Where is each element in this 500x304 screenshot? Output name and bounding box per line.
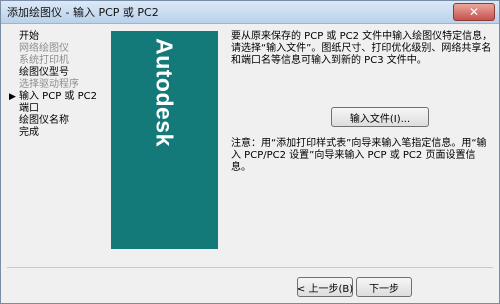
wizard-steps: 开始 网络绘图仪 系统打印机 绘图仪型号 选择驱动程序 ▶ 输入 PCP 或 P…	[9, 31, 109, 139]
step-label: 绘图仪型号	[19, 67, 69, 78]
back-button[interactable]: < 上一步(B)	[297, 277, 353, 297]
close-button[interactable]: ✕	[453, 3, 495, 21]
description-text: 要从原来保存的 PCP 或 PC2 文件中输入绘图仪特定信息，请选择“输入文件”…	[231, 31, 493, 66]
step-system-printer: 系统打印机	[9, 55, 109, 67]
title-bar[interactable]: 添加绘图仪 - 输入 PCP 或 PC2 ✕	[1, 1, 499, 24]
step-import-pcp-pc2: ▶ 输入 PCP 或 PC2	[9, 91, 109, 103]
step-port: 端口	[9, 103, 109, 115]
step-label: 网络绘图仪	[19, 43, 69, 54]
window-title: 添加绘图仪 - 输入 PCP 或 PC2	[7, 6, 159, 19]
close-icon: ✕	[468, 5, 480, 19]
autodesk-logo: Autodesk	[151, 38, 178, 147]
step-plotter-model: 绘图仪型号	[9, 67, 109, 79]
step-start: 开始	[9, 31, 109, 43]
step-label: 开始	[19, 31, 39, 42]
next-button[interactable]: 下一步	[356, 277, 412, 297]
step-label: 输入 PCP 或 PC2	[19, 91, 97, 102]
step-select-driver: 选择驱动程序	[9, 79, 109, 91]
footer-divider	[7, 267, 493, 268]
step-label: 选择驱动程序	[19, 79, 79, 90]
import-file-button[interactable]: 输入文件(I)...	[331, 107, 429, 127]
add-plotter-dialog: 添加绘图仪 - 输入 PCP 或 PC2 ✕ 开始 网络绘图仪 系统打印机 绘图…	[0, 0, 500, 304]
step-finish: 完成	[9, 127, 109, 139]
step-label: 绘图仪名称	[19, 115, 69, 126]
step-label: 完成	[19, 127, 39, 138]
step-network-plotter: 网络绘图仪	[9, 43, 109, 55]
step-plotter-name: 绘图仪名称	[9, 115, 109, 127]
step-label: 系统打印机	[19, 55, 69, 66]
step-label: 端口	[19, 103, 39, 114]
note-text: 注意：用“添加打印样式表”向导来输入笔指定信息。用“输入 PCP/PC2 设置”…	[231, 138, 487, 173]
current-step-arrow-icon: ▶	[9, 92, 16, 102]
autodesk-banner: Autodesk	[111, 31, 218, 249]
